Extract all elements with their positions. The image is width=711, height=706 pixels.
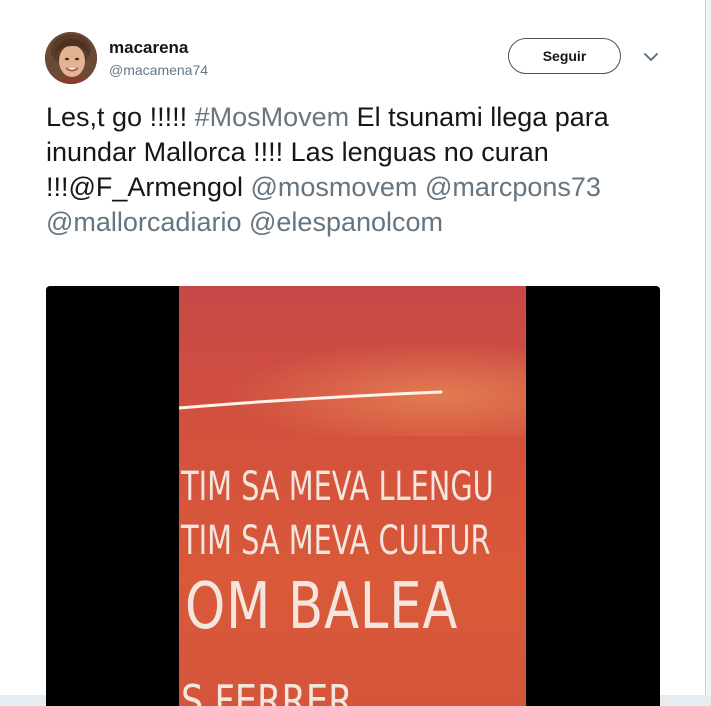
hashtag-link[interactable]: #MosMovem [195, 102, 350, 132]
mention-link[interactable]: @elespanolcom [249, 207, 443, 237]
tweet-text-part: Les,t go !!!!! [46, 102, 195, 132]
mention-link[interactable]: @marcpons73 [425, 172, 601, 202]
chevron-down-icon[interactable] [640, 46, 662, 68]
video-text-line: S FERRER [181, 676, 353, 706]
video-overlay-text: TIM SA MEVA LLENGU TIM SA MEVA CULTUR OM… [179, 286, 526, 706]
mention-link[interactable]: @mallorcadiario [46, 207, 241, 237]
avatar[interactable] [45, 32, 97, 84]
user-handle[interactable]: @macamena74 [109, 62, 208, 78]
mention-link[interactable]: @mosmovem [250, 172, 417, 202]
tweet-text: Les,t go !!!!! #MosMovem El tsunami lleg… [46, 100, 646, 240]
follow-button[interactable]: Seguir [508, 38, 621, 74]
video-player[interactable]: TIM SA MEVA LLENGU TIM SA MEVA CULTUR OM… [46, 286, 660, 706]
video-text-line: OM BALEA [185, 570, 459, 644]
video-text-line: TIM SA MEVA LLENGU [181, 464, 494, 510]
display-name[interactable]: macarena [109, 38, 188, 58]
avatar-photo [45, 32, 97, 84]
tweet-card: macarena @macamena74 Seguir Les,t go !!!… [0, 0, 706, 706]
video-text-line: TIM SA MEVA CULTUR [181, 518, 491, 564]
scrollbar[interactable] [706, 0, 711, 695]
video-frame: TIM SA MEVA LLENGU TIM SA MEVA CULTUR OM… [179, 286, 526, 706]
